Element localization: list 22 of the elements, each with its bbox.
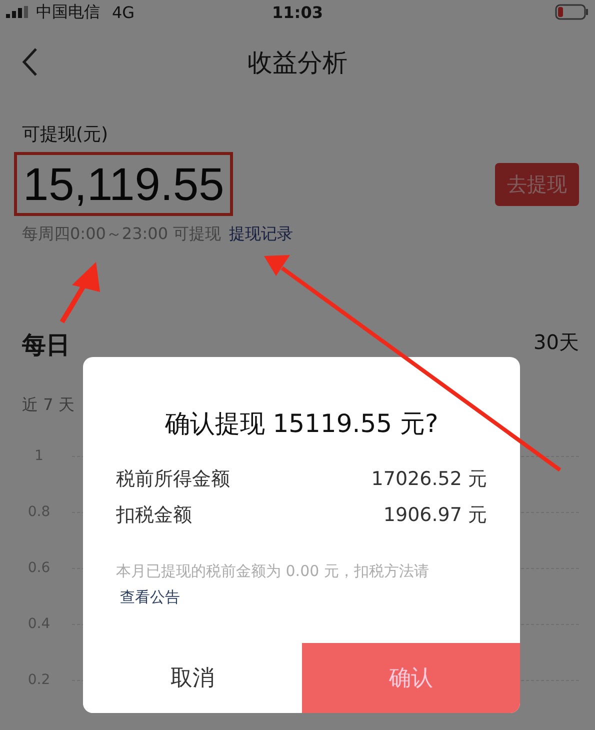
section-subtitle: 近 7 天 <box>22 395 76 416</box>
withdraw-hint: 每周四0:00～23:00 可提现 <box>22 224 222 245</box>
amount-value: 17026.52 元 <box>371 467 487 492</box>
withdraw-record-link[interactable]: 提现记录 <box>229 224 294 245</box>
section-title: 每日 <box>22 330 70 361</box>
page-title: 收益分析 <box>248 46 348 78</box>
balance-label: 可提现(元) <box>22 123 110 146</box>
range-tab[interactable]: 30天 <box>534 329 579 361</box>
back-icon[interactable] <box>22 47 38 77</box>
clock-time: 11:03 <box>272 2 323 22</box>
arrow <box>60 262 100 324</box>
carrier-name: 中国电信 <box>36 2 100 22</box>
signal-icon <box>6 6 30 18</box>
amount-label: 扣税金额 <box>116 503 192 528</box>
amount-label: 税前所得金额 <box>116 467 230 492</box>
tax-note: 本月已提现的税前金额为 0.00 元，扣税方法请 查看公告 <box>116 561 430 608</box>
network-type: 4G <box>112 2 135 22</box>
battery-icon <box>555 4 589 20</box>
announcement-link[interactable]: 查看公告 <box>120 588 180 606</box>
amount-value: 1906.97 元 <box>383 503 487 528</box>
dialog-title: 确认提现 15119.55 元? <box>164 408 440 440</box>
balance-amount: 15,119.55 <box>23 158 224 210</box>
